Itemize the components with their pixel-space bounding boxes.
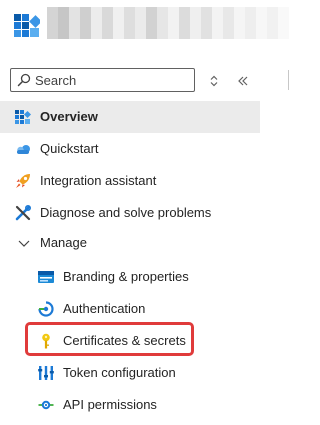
nav-item-label: Quickstart: [40, 141, 99, 156]
token-bars-icon: [38, 365, 54, 381]
cloud-icon: [15, 141, 31, 157]
search-box[interactable]: [10, 68, 195, 92]
chevron-down-icon: [16, 235, 32, 251]
key-icon: [38, 333, 54, 349]
app-registration-grid-icon: [14, 14, 42, 40]
branding-card-icon: [38, 269, 54, 285]
nav-item-label: Certificates & secrets: [63, 333, 186, 348]
nav-item-label: Diagnose and solve problems: [40, 205, 212, 220]
api-permissions-icon: [38, 397, 54, 413]
nav-item-authentication[interactable]: Authentication: [0, 293, 260, 325]
nav-item-certificates-secrets[interactable]: Certificates & secrets: [0, 325, 260, 357]
nav-group-manage[interactable]: Manage: [0, 227, 260, 259]
obscured-title: [47, 7, 291, 39]
search-icon: [17, 73, 31, 87]
authentication-icon: [38, 301, 54, 317]
chevron-up-down-icon: [205, 72, 223, 90]
wrench-icon: [15, 205, 31, 221]
nav-item-branding-properties[interactable]: Branding & properties: [0, 261, 260, 293]
resource-header: [0, 0, 291, 50]
overview-grid-icon: [15, 109, 31, 125]
nav-item-label: Overview: [40, 109, 98, 124]
nav-item-integration-assistant[interactable]: Integration assistant: [0, 165, 260, 197]
nav-item-label: Authentication: [63, 301, 146, 316]
nav-item-token-configuration[interactable]: Token configuration: [0, 357, 260, 389]
nav-item-label: Token configuration: [63, 365, 176, 380]
double-chevron-left-icon: [234, 72, 252, 90]
expand-collapse-button[interactable]: [205, 72, 223, 90]
nav-item-label: API permissions: [63, 397, 157, 412]
collapse-menu-button[interactable]: [234, 72, 252, 90]
nav-item-api-permissions[interactable]: API permissions: [0, 389, 260, 421]
divider: [288, 70, 289, 90]
nav-item-label: Branding & properties: [63, 269, 189, 284]
nav-item-overview[interactable]: Overview: [0, 101, 260, 133]
nav-item-diagnose-solve-problems[interactable]: Diagnose and solve problems: [0, 197, 260, 229]
nav-group-label: Manage: [40, 235, 87, 250]
nav-item-label: Integration assistant: [40, 173, 157, 188]
search-input[interactable]: [35, 71, 190, 89]
nav-item-quickstart[interactable]: Quickstart: [0, 133, 260, 165]
rocket-icon: [15, 173, 31, 189]
